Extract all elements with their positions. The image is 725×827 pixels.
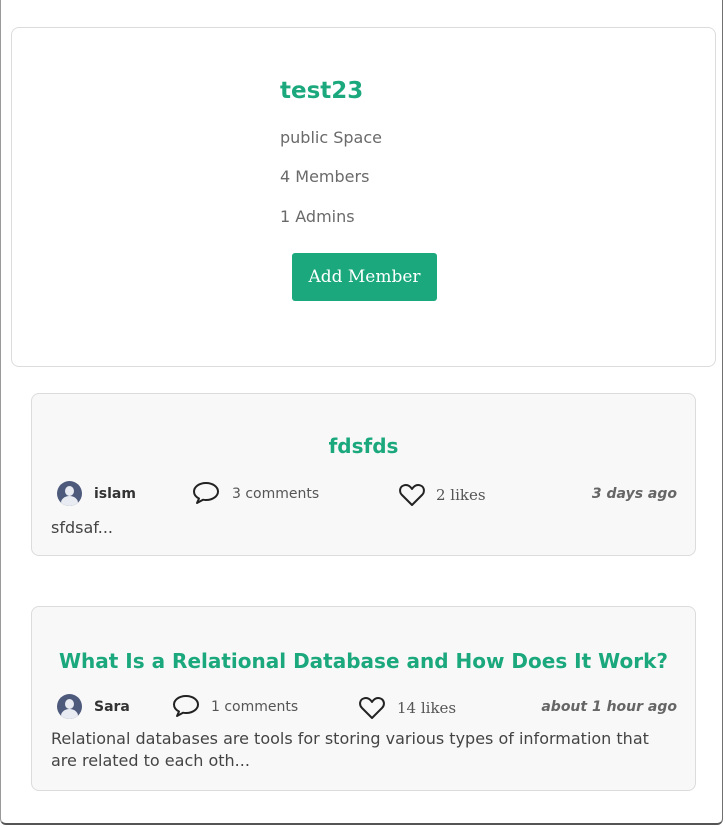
window-frame: test23 public Space 4 Members 1 Admins A… xyxy=(0,0,723,825)
like-count[interactable]: 2 likes xyxy=(436,486,486,504)
space-title: test23 xyxy=(280,78,364,104)
post-timestamp: about 1 hour ago xyxy=(541,699,677,715)
comment-count[interactable]: 1 comments xyxy=(211,699,298,715)
post-timestamp: 3 days ago xyxy=(591,486,677,502)
heart-icon[interactable] xyxy=(398,482,426,508)
comment-icon[interactable] xyxy=(172,693,200,719)
post-title[interactable]: fdsfds xyxy=(32,434,695,458)
space-info-card: test23 public Space 4 Members 1 Admins A… xyxy=(11,27,716,367)
comment-icon[interactable] xyxy=(192,480,220,506)
heart-icon[interactable] xyxy=(358,695,386,721)
post-card[interactable]: fdsfds islam 3 comments 2 likes 3 days a… xyxy=(31,393,696,556)
post-card[interactable]: What Is a Relational Database and How Do… xyxy=(31,606,696,791)
comment-count[interactable]: 3 comments xyxy=(232,486,319,502)
post-author[interactable]: Sara xyxy=(94,699,130,715)
post-excerpt: Relational databases are tools for stori… xyxy=(51,729,649,770)
like-count[interactable]: 14 likes xyxy=(397,699,456,717)
add-member-button[interactable]: Add Member xyxy=(292,253,437,301)
post-excerpt: sfdsaf... xyxy=(51,518,113,537)
user-avatar-icon[interactable] xyxy=(57,694,82,719)
user-avatar-icon[interactable] xyxy=(57,481,82,506)
space-visibility: public Space xyxy=(280,128,382,147)
space-member-count: 4 Members xyxy=(280,167,370,186)
space-admin-count: 1 Admins xyxy=(280,207,355,226)
post-author[interactable]: islam xyxy=(94,486,136,502)
post-title[interactable]: What Is a Relational Database and How Do… xyxy=(32,649,695,673)
